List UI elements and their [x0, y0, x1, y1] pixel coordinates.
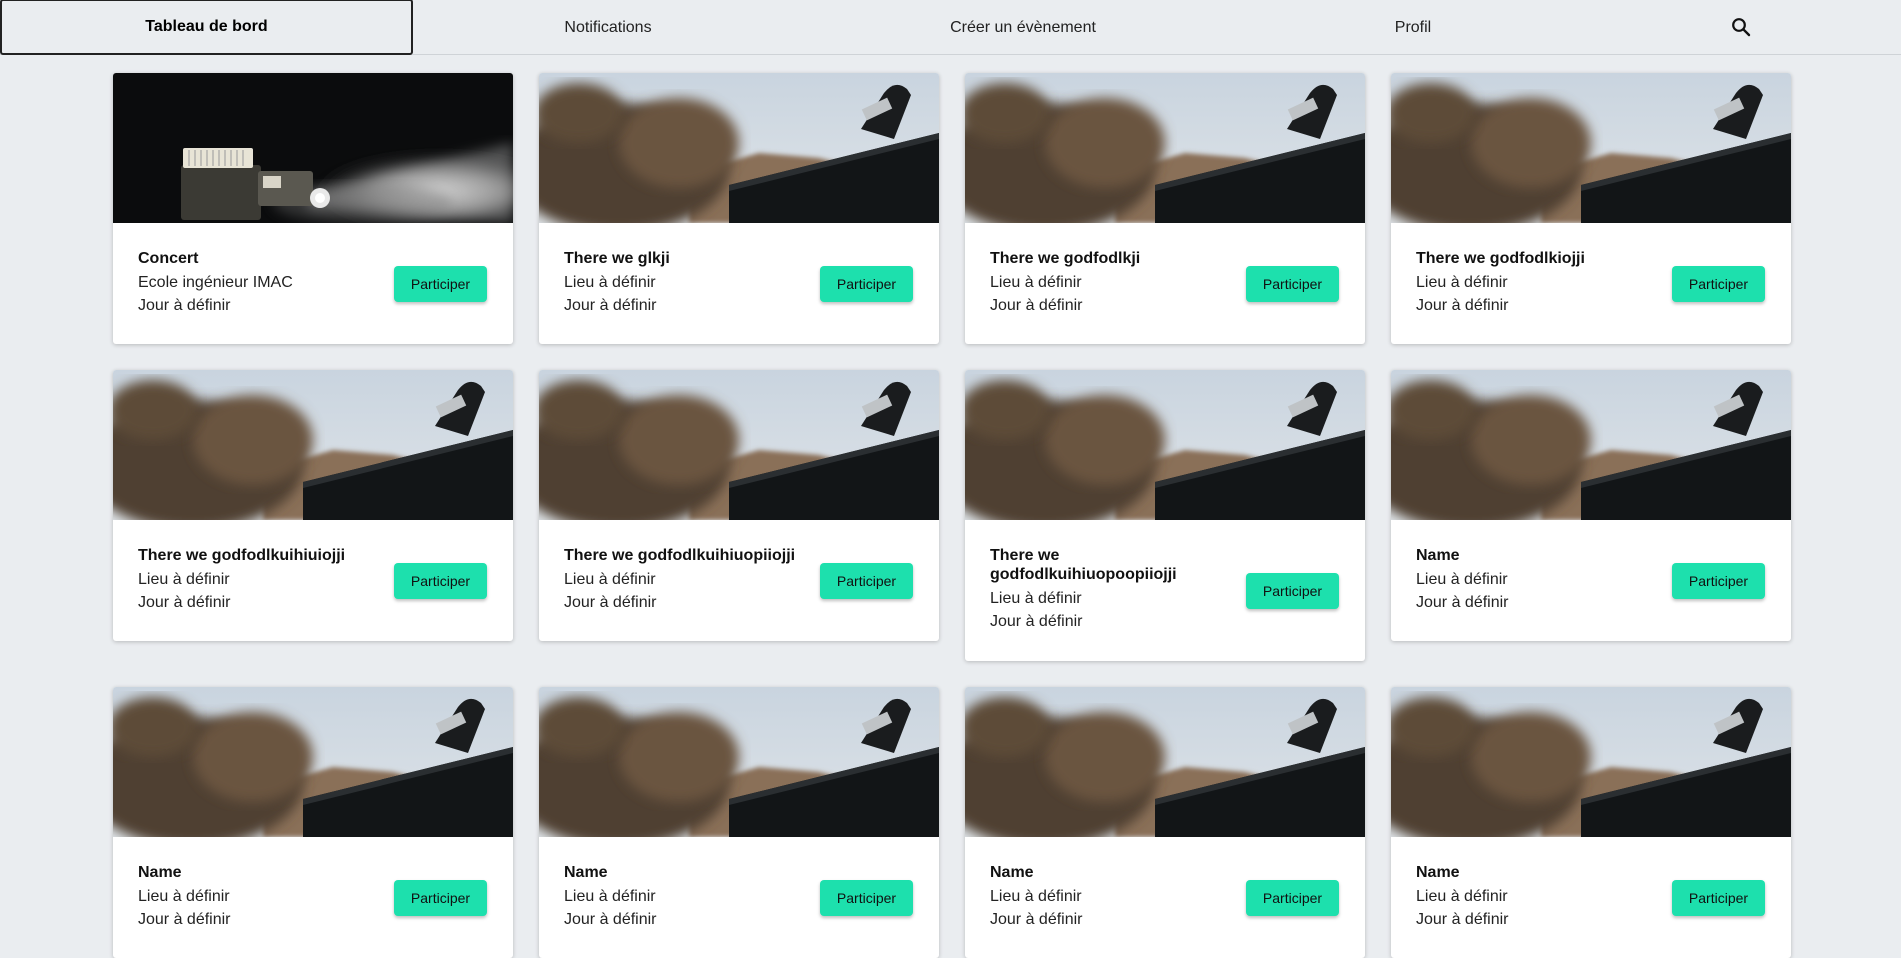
participate-button[interactable]: Participer — [820, 879, 913, 916]
tab-dashboard[interactable]: Tableau de bord — [0, 0, 413, 55]
event-image-outdoor — [1391, 370, 1791, 520]
event-title: Name — [1416, 547, 1460, 564]
event-title: There we godfodlkiojji — [1416, 250, 1585, 267]
event-image-outdoor — [539, 687, 939, 837]
top-navigation: Tableau de bord Notifications Créer un é… — [0, 0, 1901, 55]
event-card: There we godfodlkuihiuiojji Lieu à défin… — [113, 370, 513, 641]
participate-button[interactable]: Participer — [394, 265, 487, 302]
tab-create-event[interactable]: Créer un évènement — [803, 0, 1243, 55]
card-body: There we godfodlkji Lieu à définir Jour … — [965, 223, 1365, 344]
event-title: There we godfodlkuihiuiojji — [138, 547, 346, 564]
participate-button[interactable]: Participer — [820, 265, 913, 302]
event-title: There we godfodlkuihiuopiiojji — [564, 547, 796, 564]
participate-button[interactable]: Participer — [820, 562, 913, 599]
event-card: Name Lieu à définir Jour à définir Parti… — [113, 687, 513, 958]
event-card: Name Lieu à définir Jour à définir Parti… — [1391, 370, 1791, 641]
card-body: There we godfodlkiojji Lieu à définir Jo… — [1391, 223, 1791, 344]
event-card: There we godfodlkuihiuopiiojji Lieu à dé… — [539, 370, 939, 641]
event-card: There we godfodlkuihiuopoopiiojji Lieu à… — [965, 370, 1365, 661]
participate-button[interactable]: Participer — [1246, 572, 1339, 609]
card-body: Name Lieu à définir Jour à définir Parti… — [539, 837, 939, 958]
event-image-outdoor — [965, 73, 1365, 223]
event-card: Name Lieu à définir Jour à définir Parti… — [539, 687, 939, 958]
card-body: Concert Ecole ingénieur IMAC Jour à défi… — [113, 223, 513, 344]
event-image-outdoor — [539, 73, 939, 223]
event-card: There we godfodlkiojji Lieu à définir Jo… — [1391, 73, 1791, 344]
search-icon — [1732, 18, 1751, 37]
card-body: There we godfodlkuihiuopoopiiojji Lieu à… — [965, 520, 1365, 661]
event-title: Name — [1416, 864, 1460, 881]
event-image-outdoor — [1391, 73, 1791, 223]
event-title: Name — [990, 864, 1034, 881]
event-image-outdoor — [113, 370, 513, 520]
event-image-outdoor — [965, 687, 1365, 837]
participate-button[interactable]: Participer — [1672, 265, 1765, 302]
card-body: Name Lieu à définir Jour à définir Parti… — [1391, 520, 1791, 641]
participate-button[interactable]: Participer — [1672, 562, 1765, 599]
event-image-projector — [113, 73, 513, 223]
card-body: There we godfodlkuihiuopiiojji Lieu à dé… — [539, 520, 939, 641]
card-body: There we godfodlkuihiuiojji Lieu à défin… — [113, 520, 513, 641]
event-title: Name — [138, 864, 182, 881]
event-card: Name Lieu à définir Jour à définir Parti… — [1391, 687, 1791, 958]
event-card: There we glkji Lieu à définir Jour à déf… — [539, 73, 939, 344]
participate-button[interactable]: Participer — [1246, 265, 1339, 302]
event-title: There we godfodlkuihiuopoopiiojji — [990, 547, 1177, 583]
tab-notifications[interactable]: Notifications — [413, 0, 803, 55]
search-button[interactable] — [1726, 12, 1756, 42]
event-image-outdoor — [539, 370, 939, 520]
event-title: Name — [564, 864, 608, 881]
event-image-outdoor — [1391, 687, 1791, 837]
event-title: Concert — [138, 250, 199, 267]
event-day: Jour à définir — [990, 613, 1083, 630]
card-body: There we glkji Lieu à définir Jour à déf… — [539, 223, 939, 344]
card-body: Name Lieu à définir Jour à définir Parti… — [1391, 837, 1791, 958]
participate-button[interactable]: Participer — [394, 562, 487, 599]
participate-button[interactable]: Participer — [394, 879, 487, 916]
participate-button[interactable]: Participer — [1672, 879, 1765, 916]
event-title: There we glkji — [564, 250, 670, 267]
event-title: There we godfodlkji — [990, 250, 1141, 267]
participate-button[interactable]: Participer — [1246, 879, 1339, 916]
event-image-outdoor — [965, 370, 1365, 520]
event-card: Concert Ecole ingénieur IMAC Jour à défi… — [113, 73, 513, 344]
event-image-outdoor — [113, 687, 513, 837]
tab-profile[interactable]: Profil — [1243, 0, 1583, 55]
card-body: Name Lieu à définir Jour à définir Parti… — [965, 837, 1365, 958]
event-card: There we godfodlkji Lieu à définir Jour … — [965, 73, 1365, 344]
card-body: Name Lieu à définir Jour à définir Parti… — [113, 837, 513, 958]
event-card: Name Lieu à définir Jour à définir Parti… — [965, 687, 1365, 958]
